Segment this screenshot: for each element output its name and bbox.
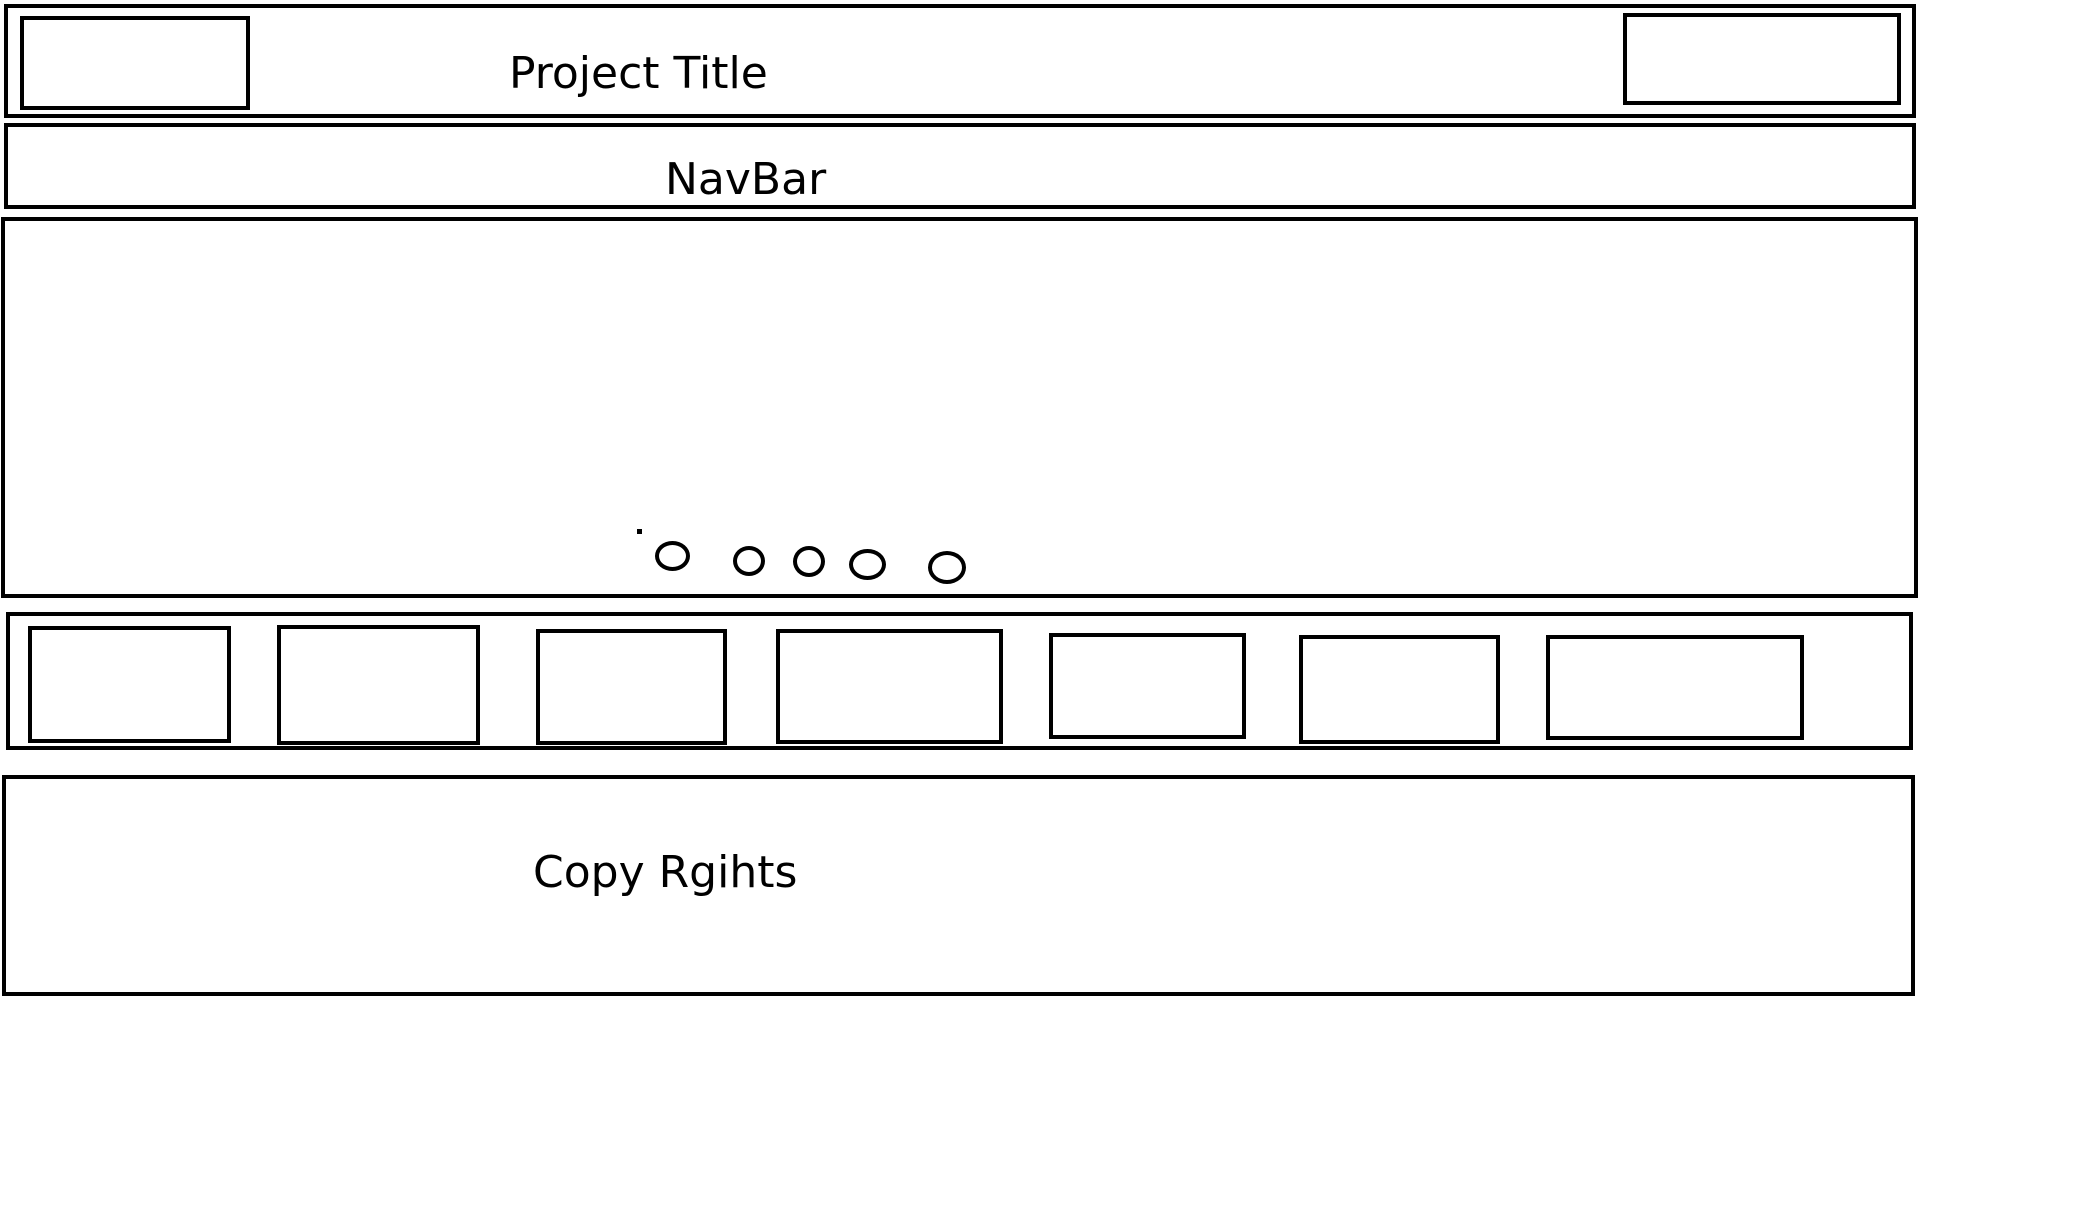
thumbnail-1[interactable]	[28, 626, 231, 743]
hero-carousel	[1, 217, 1918, 598]
navbar[interactable]	[4, 123, 1916, 209]
header-right-button[interactable]	[1623, 13, 1901, 105]
thumbnail-7[interactable]	[1546, 635, 1804, 740]
thumbnail-3[interactable]	[536, 629, 727, 745]
thumbnail-5[interactable]	[1049, 633, 1246, 739]
carousel-speck	[637, 529, 642, 534]
carousel-indicator-2[interactable]	[733, 546, 765, 576]
thumbnail-2[interactable]	[277, 625, 480, 745]
carousel-indicator-1[interactable]	[655, 541, 690, 571]
logo-placeholder[interactable]	[20, 16, 250, 110]
carousel-indicator-5[interactable]	[928, 551, 966, 584]
footer-copyright: Copy Rgihts	[533, 847, 798, 898]
thumbnail-6[interactable]	[1299, 635, 1500, 744]
thumbnail-4[interactable]	[776, 629, 1003, 744]
footer	[2, 775, 1915, 996]
carousel-indicator-3[interactable]	[793, 546, 825, 577]
navbar-label: NavBar	[665, 154, 827, 205]
page-title: Project Title	[509, 48, 768, 99]
carousel-indicator-4[interactable]	[849, 549, 886, 580]
